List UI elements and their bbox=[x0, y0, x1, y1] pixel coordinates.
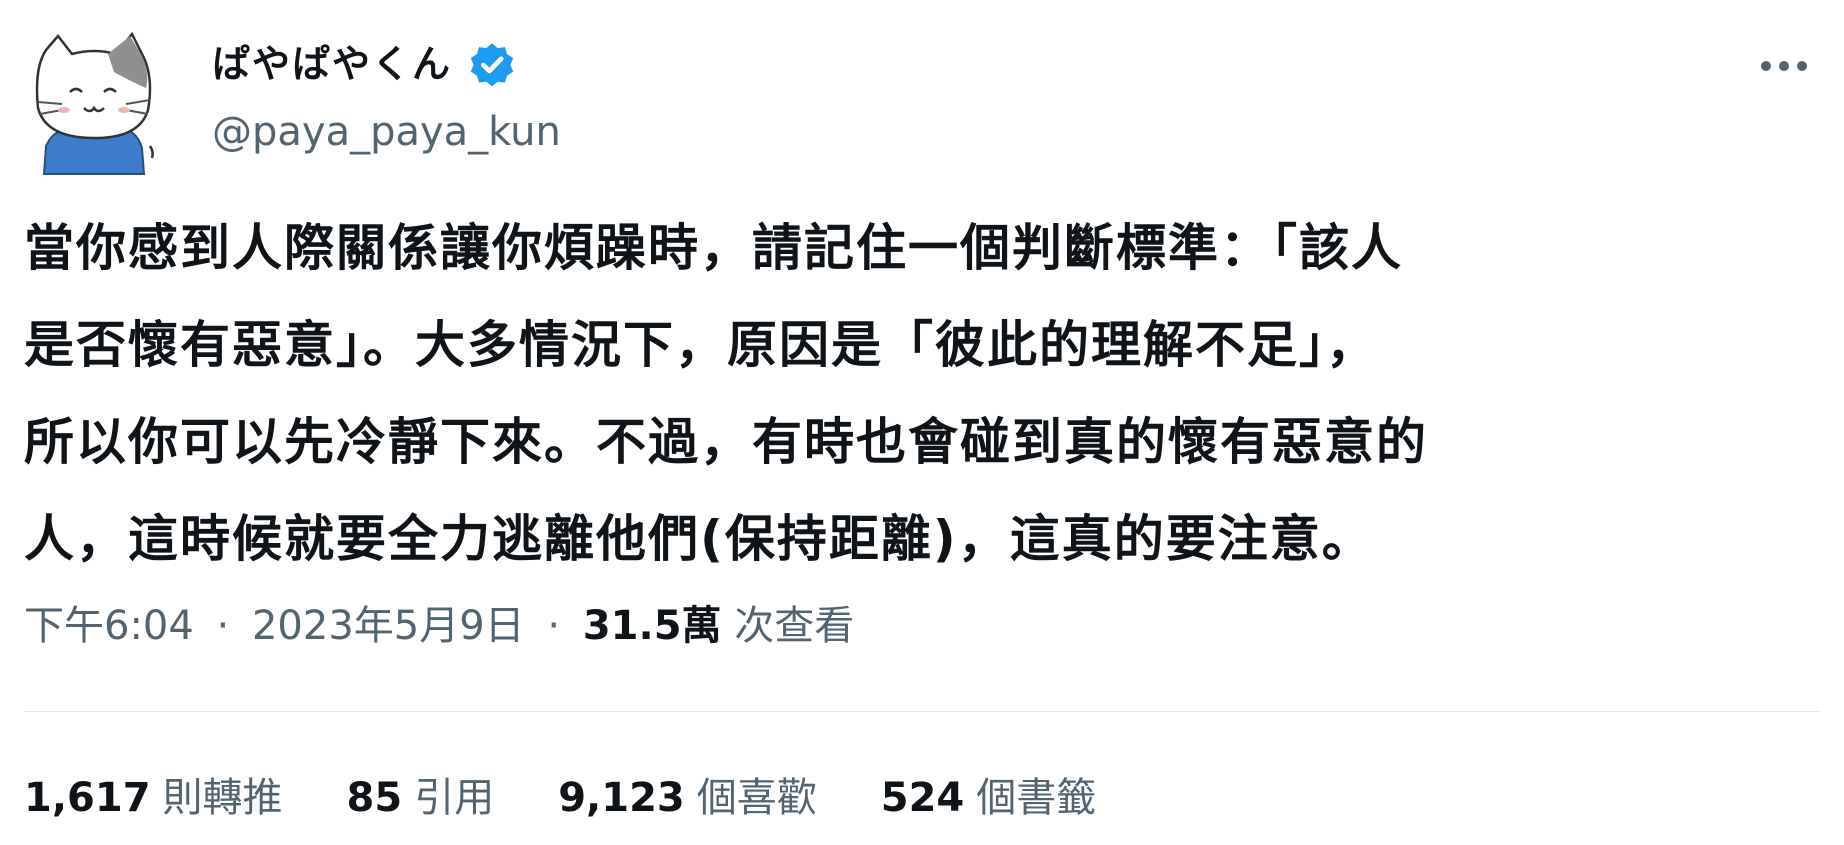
meta-separator: · bbox=[547, 603, 561, 649]
quotes-count[interactable]: 85 bbox=[347, 770, 403, 826]
likes-stat[interactable]: 9,123 個喜歡 bbox=[558, 770, 817, 826]
author-handle[interactable]: @paya_paya_kun bbox=[212, 104, 561, 160]
engagement-stats: 1,617 則轉推 85 引用 9,123 個喜歡 524 個書籤 bbox=[24, 770, 1160, 826]
quotes-label[interactable]: 引用 bbox=[414, 770, 494, 826]
bookmarks-count[interactable]: 524 bbox=[881, 770, 965, 826]
views-count[interactable]: 31.5萬 bbox=[583, 603, 722, 649]
author-display-name[interactable]: ぱやぱやくん bbox=[212, 36, 518, 92]
tweet-card: ぱやぱやくん @paya_paya_kun 當你感到人際關係讓你煩躁時，請記住一… bbox=[0, 0, 1844, 845]
divider bbox=[24, 711, 1820, 712]
cat-avatar-icon[interactable] bbox=[24, 28, 164, 176]
verified-badge-icon[interactable] bbox=[466, 38, 518, 90]
views-label: 次查看 bbox=[734, 603, 855, 649]
tweet-meta: 下午6:04 · 2023年5月9日 · 31.5萬 次查看 bbox=[24, 598, 854, 654]
tweet-text: 當你感到人際關係讓你煩躁時，請記住一個判斷標準：「該人 是否懷有惡意」。大多情況… bbox=[24, 219, 1428, 568]
more-options-icon[interactable] bbox=[1752, 42, 1816, 90]
bookmarks-label[interactable]: 個書籤 bbox=[976, 770, 1096, 826]
tweet-time[interactable]: 下午6:04 bbox=[24, 603, 194, 649]
quotes-stat[interactable]: 85 引用 bbox=[347, 770, 495, 826]
likes-count[interactable]: 9,123 bbox=[558, 770, 685, 826]
bookmarks-stat[interactable]: 524 個書籤 bbox=[881, 770, 1097, 826]
author-name-text[interactable]: ぱやぱやくん bbox=[212, 36, 452, 92]
likes-label[interactable]: 個喜歡 bbox=[697, 770, 817, 826]
meta-separator: · bbox=[216, 603, 230, 649]
tweet-date[interactable]: 2023年5月9日 bbox=[252, 603, 525, 649]
retweets-label[interactable]: 則轉推 bbox=[163, 770, 283, 826]
retweets-stat[interactable]: 1,617 則轉推 bbox=[24, 770, 283, 826]
retweets-count[interactable]: 1,617 bbox=[24, 770, 151, 826]
